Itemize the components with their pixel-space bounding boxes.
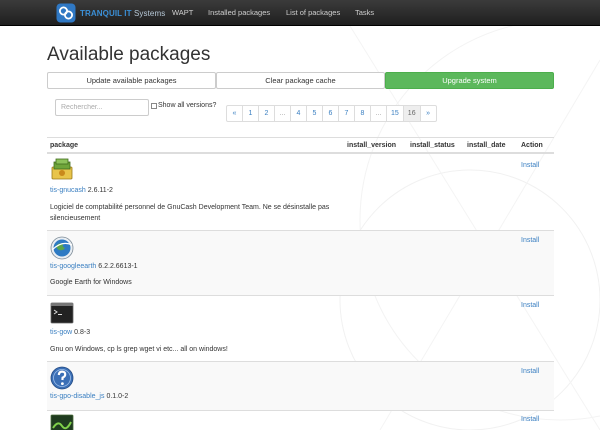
packages-table: package install_version install_status i… [47,137,554,430]
col-header-package: package [50,142,79,149]
brand-name: TRANQUIL IT Systems [80,8,166,18]
table-row: tis-gpo-disable_js 0.1.0-2 Install [47,362,554,411]
table-row: tis-gnucash 2.6.11-2 Logiciel de comptab… [47,154,554,231]
table-row: tis-gow 0.8-3 Gnu on Windows, cp ls grep… [47,296,554,362]
show-all-versions-label: Show all versions? [158,102,217,109]
clear-cache-button[interactable]: Clear package cache [216,72,385,89]
page-title: Available packages [47,44,211,65]
upgrade-system-button[interactable]: Upgrade system [385,72,554,89]
nav-item-tasks[interactable]: Tasks [355,8,374,17]
green-app-icon [50,414,74,430]
page-ellipsis: ... [274,105,291,122]
page-button[interactable]: 15 [386,105,404,122]
package-name-line: tis-googleearth 6.2.2.6613-1 [50,263,138,270]
page-button[interactable]: 2 [258,105,275,122]
install-link[interactable]: Install [521,302,539,309]
gnucash-icon [51,158,73,180]
package-name-line: tis-gnucash 2.6.11-2 [50,187,113,194]
page-button[interactable]: 4 [290,105,307,122]
package-name-line: tis-gpo-disable_js 0.1.0-2 [50,393,128,400]
page-button[interactable]: 8 [354,105,371,122]
package-name-link[interactable]: tis-gnucash [50,187,86,194]
page-button[interactable]: 6 [322,105,339,122]
page-button[interactable]: 7 [338,105,355,122]
nav-item-wapt[interactable]: WAPT [172,8,193,17]
page-button-active[interactable]: 16 [402,105,421,122]
show-all-versions-toggle[interactable]: Show all versions? [151,102,216,109]
install-link[interactable]: Install [521,162,539,169]
page-button[interactable]: 1 [242,105,259,122]
install-link[interactable]: Install [521,416,539,423]
question-icon [50,366,74,390]
show-all-versions-checkbox[interactable] [151,102,157,109]
update-packages-button[interactable]: Update available packages [47,72,216,89]
package-name-link[interactable]: tis-googleearth [50,263,96,270]
install-link[interactable]: Install [521,368,539,375]
package-version: 2.6.11-2 [87,187,113,194]
page-button[interactable]: 5 [306,105,323,122]
terminal-icon [50,302,74,324]
col-header-install-version: install_version [347,142,397,149]
search-input[interactable] [55,99,149,116]
nav-item-list-of-packages[interactable]: List of packages [286,8,340,17]
package-name-line: tis-gow 0.8-3 [50,329,90,336]
top-navbar: TRANQUIL IT Systems WAPT Installed packa… [0,0,600,26]
page-ellipsis: ... [370,105,387,122]
table-row: Install [47,411,554,430]
brand[interactable]: TRANQUIL IT Systems [56,3,165,23]
package-version: 0.1.0-2 [106,393,129,400]
package-version: 0.8-3 [74,329,91,336]
package-description: Logiciel de comptabilité personnel de Gn… [50,204,330,222]
table-row: tis-googleearth 6.2.2.6613-1 Google Eart… [47,231,554,296]
nav-item-installed-packages[interactable]: Installed packages [208,8,270,17]
main-content: Available packages Update available pack… [0,26,600,430]
col-header-install-date: install_date [467,142,506,149]
col-header-action: Action [521,142,543,149]
google-earth-icon [50,236,74,260]
page-next-button[interactable]: » [419,105,437,122]
package-description: Gnu on Windows, cp ls grep wget vi etc..… [50,346,228,353]
package-name-link[interactable]: tis-gow [50,329,72,336]
package-description: Google Earth for Windows [50,279,132,286]
col-header-install-status: install_status [410,142,455,149]
page-prev-button[interactable]: « [226,105,243,122]
tranquil-it-logo-icon [56,3,76,23]
table-header: package install_version install_status i… [47,137,554,154]
package-version: 6.2.2.6613-1 [98,263,138,270]
package-name-link[interactable]: tis-gpo-disable_js [50,393,104,400]
install-link[interactable]: Install [521,237,539,244]
pagination: « 1 2 ... 4 5 6 7 8 ... 15 16 » [226,105,437,122]
